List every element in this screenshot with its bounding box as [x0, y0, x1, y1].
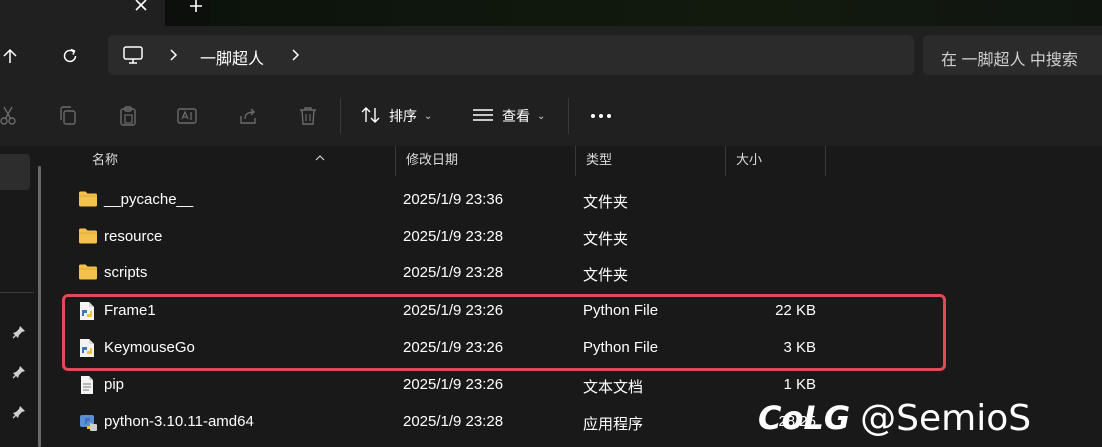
column-size-label: 大小: [736, 152, 763, 167]
file-name: __pycache__: [104, 191, 194, 208]
pin-icon[interactable]: [12, 325, 26, 339]
file-explorer-window: 一脚超人 在 一脚超人 中搜索 排序 ⌄ 查看 ⌄ 名称 修改日期 类型 大小 …: [0, 0, 1102, 447]
delete-icon[interactable]: [296, 104, 320, 128]
file-name: pip: [104, 376, 125, 393]
paste-icon[interactable]: [116, 104, 140, 128]
search-placeholder[interactable]: 在 一脚超人 中搜索: [941, 46, 1078, 70]
plus-icon[interactable]: [183, 0, 209, 14]
file-size: 1 KB: [783, 376, 816, 393]
folder-icon: [78, 227, 98, 245]
column-type-label: 类型: [586, 152, 613, 167]
chevron-down-icon: ⌄: [424, 110, 433, 122]
file-name: python-3.10.11-amd64: [104, 413, 254, 430]
column-header-modified[interactable]: 修改日期: [396, 146, 576, 176]
watermark-handle: @SemioS: [860, 397, 1032, 439]
tab-strip: [0, 0, 1102, 26]
more-icon[interactable]: [589, 103, 613, 127]
file-type: 文件夹: [583, 267, 629, 284]
file-date: 2025/1/9 23:28: [403, 264, 504, 281]
watermark: CoLG @SemioS: [758, 393, 1031, 443]
file-row[interactable]: __pycache__ 2025/1/9 23:36 文件夹: [62, 182, 918, 218]
pin-icon[interactable]: [12, 365, 26, 379]
search-box[interactable]: 在 一脚超人 中搜索: [923, 35, 1102, 75]
chevron-right-icon[interactable]: [168, 48, 180, 67]
column-headers: 名称 修改日期 类型 大小: [62, 146, 918, 176]
nav-selected-item[interactable]: [0, 154, 30, 190]
column-name-label: 名称: [92, 152, 119, 167]
address-bar[interactable]: 一脚超人: [108, 35, 914, 75]
tab-strip-empty: [210, 0, 1102, 26]
chevron-right-icon[interactable]: [290, 48, 302, 67]
file-row[interactable]: scripts 2025/1/9 23:28 文件夹: [62, 255, 918, 291]
nav-divider: [0, 292, 34, 293]
file-row[interactable]: resource 2025/1/9 23:28 文件夹: [62, 219, 918, 255]
file-name: scripts: [104, 264, 148, 281]
copy-icon[interactable]: [56, 104, 80, 128]
sort-icon: [360, 105, 382, 128]
rename-icon[interactable]: [175, 104, 199, 128]
view-button[interactable]: 查看 ⌄: [471, 102, 545, 130]
refresh-icon[interactable]: [56, 42, 84, 70]
navigation-pane: [0, 146, 48, 447]
installer-icon: [78, 412, 98, 431]
close-icon[interactable]: [128, 0, 154, 14]
sort-button[interactable]: 排序 ⌄: [360, 102, 432, 130]
file-type: 文本文档: [583, 379, 644, 396]
highlight-annotation: [62, 294, 946, 371]
sort-label: 排序: [389, 108, 417, 124]
cut-icon[interactable]: [0, 104, 20, 128]
file-date: 2025/1/9 23:28: [403, 228, 504, 245]
file-type: 文件夹: [583, 194, 629, 211]
separator: [568, 98, 569, 134]
folder-icon: [78, 263, 98, 281]
column-header-type[interactable]: 类型: [576, 146, 726, 176]
sort-ascending-icon: [314, 144, 326, 172]
address-row: 一脚超人 在 一脚超人 中搜索: [0, 26, 1102, 86]
separator: [340, 98, 341, 134]
arrow-up-icon[interactable]: [0, 42, 24, 70]
column-modified-label: 修改日期: [406, 152, 459, 167]
file-type: 应用程序: [583, 416, 644, 433]
text-file-icon: [78, 375, 98, 394]
chevron-down-icon: ⌄: [537, 110, 546, 122]
file-name: resource: [104, 228, 163, 245]
column-header-size[interactable]: 大小: [726, 146, 826, 176]
content-area: 名称 修改日期 类型 大小 __pycache__ 2025/1/9 23:36…: [0, 146, 1102, 447]
file-date: 2025/1/9 23:28: [403, 413, 504, 430]
command-bar: 排序 ⌄ 查看 ⌄: [0, 86, 1102, 146]
share-icon[interactable]: [236, 104, 260, 128]
view-icon: [471, 105, 495, 128]
pin-icon[interactable]: [12, 405, 26, 419]
file-date: 2025/1/9 23:36: [403, 191, 504, 208]
nav-scrollbar[interactable]: [38, 166, 41, 447]
watermark-logo: CoLG: [758, 399, 851, 437]
file-type: 文件夹: [583, 231, 629, 248]
view-label: 查看: [502, 108, 530, 124]
file-date: 2025/1/9 23:26: [403, 376, 504, 393]
computer-icon[interactable]: [122, 44, 144, 71]
column-header-name[interactable]: 名称: [82, 146, 396, 176]
breadcrumb-current[interactable]: 一脚超人: [200, 45, 264, 69]
folder-icon: [78, 190, 98, 208]
